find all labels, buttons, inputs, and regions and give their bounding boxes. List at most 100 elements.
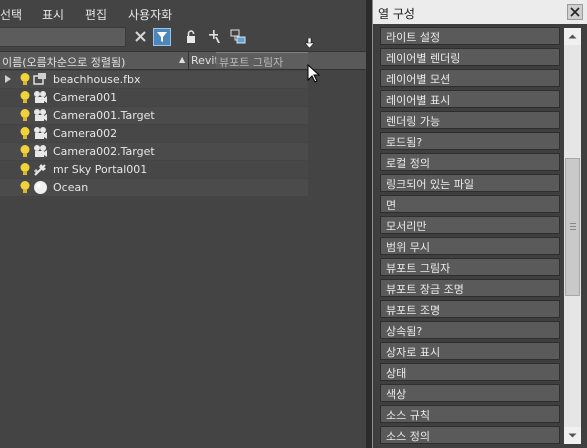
vertical-scrollbar[interactable] <box>564 28 581 444</box>
column-option-label: 범위 무시 <box>386 241 430 254</box>
column-option[interactable]: 뷰포트 조명 <box>380 300 560 318</box>
clear-search-icon[interactable] <box>132 28 150 46</box>
sphere-icon <box>33 180 48 195</box>
scene-row-label: mr Sky Portal001 <box>53 163 148 176</box>
column-option[interactable]: 라이트 설정 <box>380 27 560 45</box>
column-option-label: 뷰포트 그림자 <box>386 262 451 275</box>
column-option-label: 렌더링 가능 <box>386 115 441 128</box>
column-option-label: 링크되어 있는 파일 <box>386 178 474 191</box>
lightbulb-icon[interactable] <box>18 144 32 159</box>
filter-icon[interactable] <box>153 28 171 46</box>
scroll-down-button[interactable] <box>564 427 581 444</box>
add-node-icon[interactable] <box>206 28 224 46</box>
column-option-label: 소스 규칙 <box>386 409 430 422</box>
column-option[interactable]: 상자로 표시 <box>380 342 560 360</box>
expand-arrow-icon[interactable] <box>5 75 11 83</box>
column-option[interactable]: 레이어별 모션 <box>380 69 560 87</box>
column-option[interactable]: 상속됨? <box>380 321 560 339</box>
scene-row[interactable]: mr Sky Portal001 <box>0 161 308 178</box>
column-option-label: 모서리만 <box>386 220 427 233</box>
window-title: 열 구성 <box>378 7 415 21</box>
dragging-column-ghost: 뷰포트 그림자 <box>216 52 308 69</box>
scene-row-label: Camera001 <box>53 91 118 104</box>
menu-customize[interactable]: 사용자화 <box>128 6 172 23</box>
dragging-column-label: 뷰포트 그림자 <box>219 56 284 69</box>
column-option[interactable]: 범위 무시 <box>380 237 560 255</box>
lightbulb-icon[interactable] <box>18 108 32 123</box>
column-config-window: 열 구성 라이트 설정 레이어별 렌더링 레이어별 모션 레이어별 표시 렌더링… <box>372 0 587 448</box>
camera-icon <box>33 108 48 123</box>
sort-ascending-icon: ▲ <box>179 55 186 64</box>
light-icon <box>33 162 48 177</box>
scene-row-label: Camera002 <box>53 127 118 140</box>
column-option-label: 면 <box>386 199 397 212</box>
column-option-label: 라이트 설정 <box>386 31 441 44</box>
column-option-label: 뷰포트 조명 <box>386 304 441 317</box>
column-option[interactable]: 상태 <box>380 363 560 381</box>
column-option-label: 레이어별 렌더링 <box>386 52 461 65</box>
lightbulb-icon[interactable] <box>18 90 32 105</box>
scene-explorer: 선택 표시 편집 사용자화 이름(오름차순으로 정렬됨) ▲ Revit 뷰포트… <box>0 0 366 448</box>
column-option-label: 로드됨? <box>386 136 423 149</box>
scene-row-label: Camera001.Target <box>53 109 155 122</box>
menu-edit[interactable]: 편집 <box>85 6 107 23</box>
column-option[interactable]: 로드됨? <box>380 132 560 150</box>
column-option-label: 상태 <box>386 367 407 380</box>
revit-column-label: Revit <box>191 54 219 67</box>
column-option-label: 상자로 표시 <box>386 346 441 359</box>
column-option[interactable]: 레이어별 렌더링 <box>380 48 560 66</box>
lightbulb-icon[interactable] <box>18 126 32 141</box>
menu-bar: 선택 표시 편집 사용자화 <box>0 0 366 26</box>
column-option[interactable]: 뷰포트 그림자 <box>380 258 560 276</box>
scroll-thumb[interactable] <box>565 158 580 296</box>
lightbulb-icon[interactable] <box>18 162 32 177</box>
column-option-label: 소스 정의 <box>386 430 430 443</box>
column-option-label: 색상 <box>386 388 407 401</box>
name-column-header[interactable]: 이름(오름차순으로 정렬됨) ▲ <box>0 52 189 69</box>
column-option[interactable]: 면 <box>380 195 560 213</box>
menu-select[interactable]: 선택 <box>0 6 22 23</box>
column-option-label: 상속됨? <box>386 325 423 338</box>
column-option[interactable]: 뷰포트 장금 조명 <box>380 279 560 297</box>
group-icon <box>33 72 48 87</box>
scene-row[interactable]: Camera002.Target <box>0 143 308 160</box>
scene-row[interactable]: Camera002 <box>0 125 308 142</box>
column-option[interactable]: 레이어별 표시 <box>380 90 560 108</box>
lightbulb-icon[interactable] <box>18 72 32 87</box>
camera-icon <box>33 144 48 159</box>
column-option[interactable]: 로컬 정의 <box>380 153 560 171</box>
column-option-label: 로컬 정의 <box>386 157 430 170</box>
column-option[interactable]: 렌더링 가능 <box>380 111 560 129</box>
menu-display[interactable]: 표시 <box>42 6 64 23</box>
scene-row[interactable]: Ocean <box>0 179 308 196</box>
scene-row-label: beachhouse.fbx <box>53 73 141 86</box>
scene-row[interactable]: beachhouse.fbx <box>0 71 308 88</box>
column-option[interactable]: 소스 정의 <box>380 426 560 444</box>
column-option[interactable]: 링크되어 있는 파일 <box>380 174 560 192</box>
column-option[interactable]: 소스 규칙 <box>380 405 560 423</box>
window-titlebar[interactable]: 열 구성 <box>373 0 587 24</box>
lightbulb-icon[interactable] <box>18 180 32 195</box>
column-option-label: 뷰포트 장금 조명 <box>386 283 464 296</box>
search-input[interactable] <box>0 27 126 47</box>
close-icon <box>570 7 580 17</box>
link-icon[interactable] <box>229 28 247 46</box>
name-column-label: 이름(오름차순으로 정렬됨) <box>2 56 126 69</box>
drop-arrow-icon <box>304 37 316 53</box>
scene-row-label: Camera002.Target <box>53 145 155 158</box>
scene-row-label: Ocean <box>53 181 89 194</box>
scene-row[interactable]: Camera001 <box>0 89 308 106</box>
column-option[interactable]: 모서리만 <box>380 216 560 234</box>
column-option-label: 레이어별 모션 <box>386 73 451 86</box>
scene-row[interactable]: Camera001.Target <box>0 107 308 124</box>
column-option[interactable]: 색상 <box>380 384 560 402</box>
chevron-down-icon <box>568 433 577 438</box>
close-button[interactable] <box>567 4 583 20</box>
mouse-cursor-icon <box>307 63 321 87</box>
scroll-up-button[interactable] <box>564 28 581 45</box>
lock-icon[interactable] <box>182 28 200 46</box>
column-option-label: 레이어별 표시 <box>386 94 451 107</box>
camera-icon <box>33 126 48 141</box>
camera-icon <box>33 90 48 105</box>
chevron-up-icon <box>568 34 577 39</box>
